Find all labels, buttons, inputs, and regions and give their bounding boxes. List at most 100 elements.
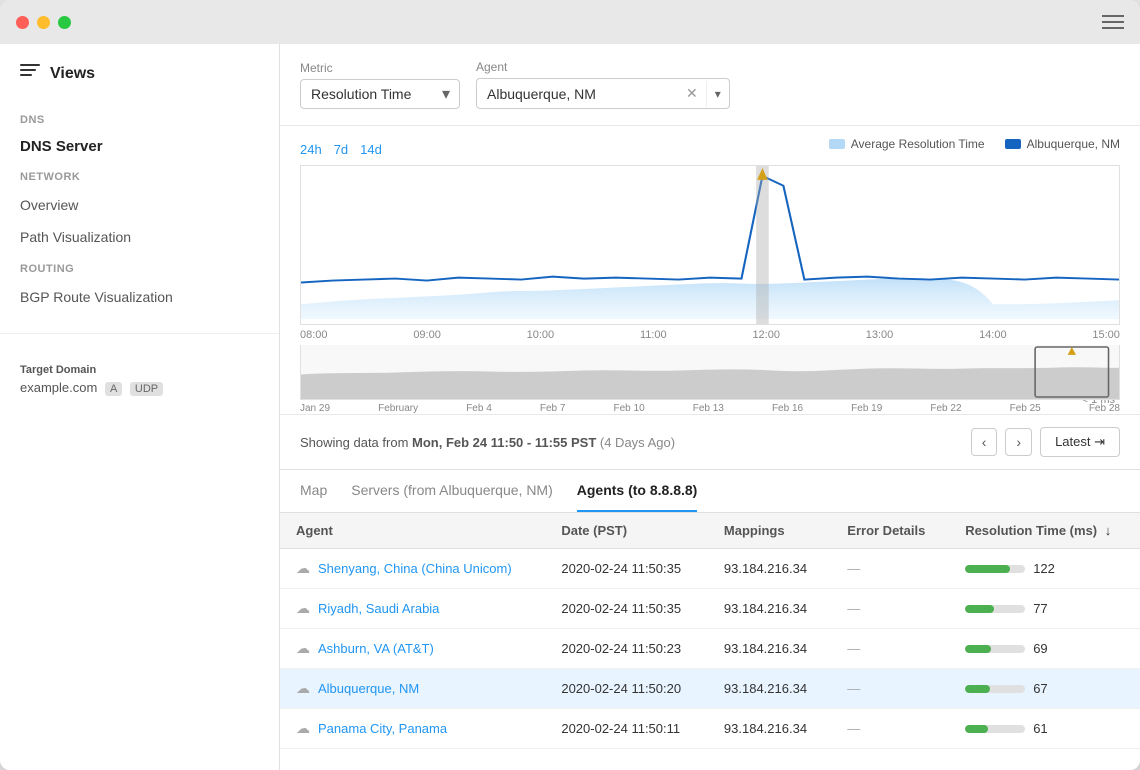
agent-label: Agent: [476, 60, 730, 74]
minimize-button[interactable]: [37, 16, 50, 29]
sidebar-item-overview[interactable]: Overview: [0, 189, 279, 221]
agent-clear-button[interactable]: ✕: [678, 79, 706, 108]
col-error: Error Details: [831, 513, 949, 549]
pagination-controls: ‹ › Latest ⇥: [971, 427, 1120, 457]
sidebar-item-dns-server[interactable]: DNS Server: [0, 132, 279, 161]
legend-avg-color: [829, 139, 845, 149]
cell-error-1: —: [831, 589, 949, 629]
table-row: ☁ Ashburn, VA (AT&T) 2020-02-24 11:50:23…: [280, 629, 1140, 669]
sidebar-item-bgp[interactable]: BGP Route Visualization: [0, 281, 279, 313]
agent-link-4[interactable]: ☁ Panama City, Panama: [296, 720, 529, 737]
time-controls: 24h 7d 14d: [300, 142, 382, 157]
cell-agent-3: ☁ Albuquerque, NM: [280, 669, 545, 709]
showing-prefix: Showing data from: [300, 435, 412, 450]
target-domain-value: example.com A UDP: [20, 380, 259, 396]
table-row: ☁ Shenyang, China (China Unicom) 2020-02…: [280, 549, 1140, 589]
titlebar: [0, 0, 1140, 44]
data-section: Map Servers (from Albuquerque, NM) Agent…: [280, 469, 1140, 770]
tab-bar: Map Servers (from Albuquerque, NM) Agent…: [280, 470, 1140, 513]
table-row: ☁ Riyadh, Saudi Arabia 2020-02-24 11:50:…: [280, 589, 1140, 629]
agents-table: Agent Date (PST) Mappings Error Details …: [280, 513, 1140, 749]
sidebar-header: Views: [0, 64, 279, 104]
cell-error-2: —: [831, 629, 949, 669]
bar-track-4: [965, 725, 1025, 733]
metric-select[interactable]: Resolution Time: [300, 79, 460, 109]
main-chart[interactable]: [300, 165, 1120, 325]
cell-agent-0: ☁ Shenyang, China (China Unicom): [280, 549, 545, 589]
bar-value-2: 69: [1033, 641, 1047, 656]
cell-date-1: 2020-02-24 11:50:35: [545, 589, 708, 629]
traffic-lights: [16, 16, 71, 29]
hamburger-menu[interactable]: [1102, 15, 1124, 29]
target-domain-label: Target Domain: [20, 364, 259, 376]
cell-agent-4: ☁ Panama City, Panama: [280, 709, 545, 749]
col-resolution[interactable]: Resolution Time (ms) ↓: [949, 513, 1140, 549]
tab-map[interactable]: Map: [300, 470, 327, 512]
main-chart-svg: [301, 166, 1119, 324]
agent-link-3[interactable]: ☁ Albuquerque, NM: [296, 680, 529, 697]
bar-fill-4: [965, 725, 988, 733]
bar-track-1: [965, 605, 1025, 613]
col-agent: Agent: [280, 513, 545, 549]
mini-chart-svg: [301, 345, 1119, 399]
cell-mappings-3: 93.184.216.34: [708, 669, 831, 709]
metric-label: Metric: [300, 61, 460, 75]
agent-name[interactable]: Ashburn, VA (AT&T): [318, 641, 434, 656]
next-page-button[interactable]: ›: [1005, 428, 1032, 456]
chart-wrapper: 70 ms < 1 ms: [300, 165, 1120, 414]
legend-avg-label: Average Resolution Time: [851, 137, 985, 151]
cloud-icon: ☁: [296, 560, 310, 577]
agent-name[interactable]: Shenyang, China (China Unicom): [318, 561, 512, 576]
pagination-bar: Showing data from Mon, Feb 24 11:50 - 11…: [280, 414, 1140, 469]
latest-button[interactable]: Latest ⇥: [1040, 427, 1120, 457]
col-mappings: Mappings: [708, 513, 831, 549]
sidebar-item-path-visualization[interactable]: Path Visualization: [0, 221, 279, 253]
agent-name[interactable]: Panama City, Panama: [318, 721, 447, 736]
mini-chart[interactable]: [300, 345, 1120, 400]
legend-avg: Average Resolution Time: [829, 137, 985, 151]
cell-date-0: 2020-02-24 11:50:35: [545, 549, 708, 589]
cell-error-3: —: [831, 669, 949, 709]
table-row: ☁ Panama City, Panama 2020-02-24 11:50:1…: [280, 709, 1140, 749]
agent-input[interactable]: [477, 80, 678, 108]
prev-page-button[interactable]: ‹: [971, 428, 998, 456]
legend-agent: Albuquerque, NM: [1005, 137, 1120, 151]
cloud-icon: ☁: [296, 680, 310, 697]
sidebar-title: Views: [50, 65, 95, 83]
agent-name[interactable]: Albuquerque, NM: [318, 681, 419, 696]
sidebar-section-network: NETWORK: [0, 161, 279, 189]
main-content: Metric Resolution Time Agent ✕ ▾: [280, 44, 1140, 770]
pagination-info: Showing data from Mon, Feb 24 11:50 - 11…: [300, 435, 675, 450]
cell-mappings-1: 93.184.216.34: [708, 589, 831, 629]
agent-select-wrapper: ✕ ▾: [476, 78, 730, 109]
agent-link-2[interactable]: ☁ Ashburn, VA (AT&T): [296, 640, 529, 657]
agent-dropdown-button[interactable]: ▾: [706, 81, 729, 107]
bar-value-4: 61: [1033, 721, 1047, 736]
cloud-icon: ☁: [296, 600, 310, 617]
mini-x-axis: Jan 29 February Feb 4 Feb 7 Feb 10 Feb 1…: [300, 400, 1120, 414]
close-button[interactable]: [16, 16, 29, 29]
cell-resolution-4: 61: [949, 709, 1140, 749]
cell-agent-1: ☁ Riyadh, Saudi Arabia: [280, 589, 545, 629]
controls-bar: Metric Resolution Time Agent ✕ ▾: [280, 44, 1140, 126]
time-24h[interactable]: 24h: [300, 142, 322, 157]
sidebar: Views DNS DNS Server NETWORK Overview Pa…: [0, 44, 280, 770]
agent-link-1[interactable]: ☁ Riyadh, Saudi Arabia: [296, 600, 529, 617]
views-icon: [20, 64, 40, 84]
cell-resolution-3: 67: [949, 669, 1140, 709]
cell-resolution-2: 69: [949, 629, 1140, 669]
legend-agent-color: [1005, 139, 1021, 149]
metric-control: Metric Resolution Time: [300, 61, 460, 109]
time-14d[interactable]: 14d: [360, 142, 382, 157]
agent-name[interactable]: Riyadh, Saudi Arabia: [318, 601, 439, 616]
bar-fill-0: [965, 565, 1010, 573]
tab-servers[interactable]: Servers (from Albuquerque, NM): [351, 470, 553, 512]
date-range: Mon, Feb 24 11:50 - 11:55 PST: [412, 435, 596, 450]
agent-link-0[interactable]: ☁ Shenyang, China (China Unicom): [296, 560, 529, 577]
cell-mappings-4: 93.184.216.34: [708, 709, 831, 749]
badge-a: A: [105, 382, 122, 396]
cell-agent-2: ☁ Ashburn, VA (AT&T): [280, 629, 545, 669]
time-7d[interactable]: 7d: [334, 142, 348, 157]
maximize-button[interactable]: [58, 16, 71, 29]
tab-agents[interactable]: Agents (to 8.8.8.8): [577, 470, 698, 512]
